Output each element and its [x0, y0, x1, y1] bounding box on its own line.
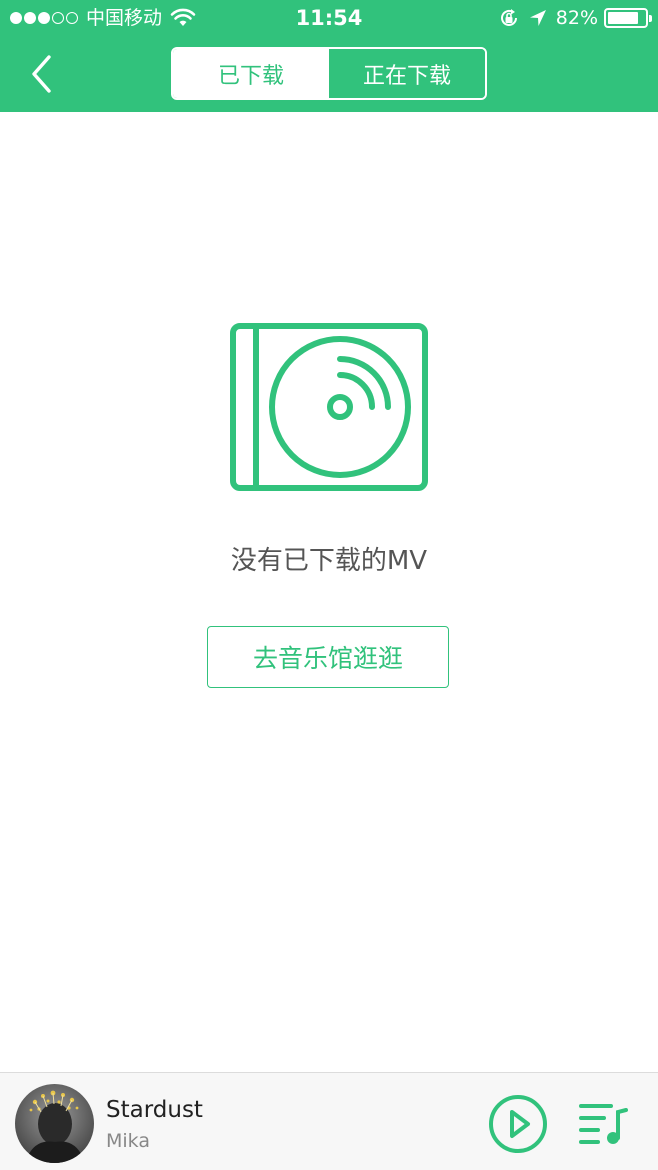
play-button[interactable] — [488, 1094, 548, 1154]
play-circle-icon — [489, 1095, 547, 1153]
cd-case-icon — [230, 323, 428, 491]
battery-icon — [604, 8, 652, 28]
tab-downloaded[interactable]: 已下载 — [173, 49, 329, 98]
tab-downloading[interactable]: 正在下载 — [329, 49, 485, 98]
header: 中国移动 11:54 82% 已下载 正在下载 — [0, 0, 658, 112]
status-bar-right: 82% — [498, 6, 652, 30]
browse-music-hall-button[interactable]: 去音乐馆逛逛 — [207, 626, 449, 688]
back-button[interactable] — [22, 50, 62, 98]
chevron-left-icon — [32, 55, 51, 93]
battery-percentage: 82% — [555, 7, 598, 29]
status-bar: 中国移动 11:54 82% — [0, 0, 658, 36]
playlist-icon — [579, 1104, 628, 1144]
song-artist: Mika — [106, 1130, 150, 1152]
song-title: Stardust — [106, 1097, 203, 1123]
playlist-button[interactable] — [578, 1100, 628, 1148]
album-art[interactable] — [15, 1084, 94, 1163]
location-arrow-icon — [529, 10, 546, 26]
mini-player[interactable]: Stardust Mika — [0, 1072, 658, 1170]
download-tabs: 已下载 正在下载 — [171, 47, 487, 100]
empty-message: 没有已下载的MV — [230, 546, 428, 576]
rotation-lock-icon — [500, 9, 517, 26]
